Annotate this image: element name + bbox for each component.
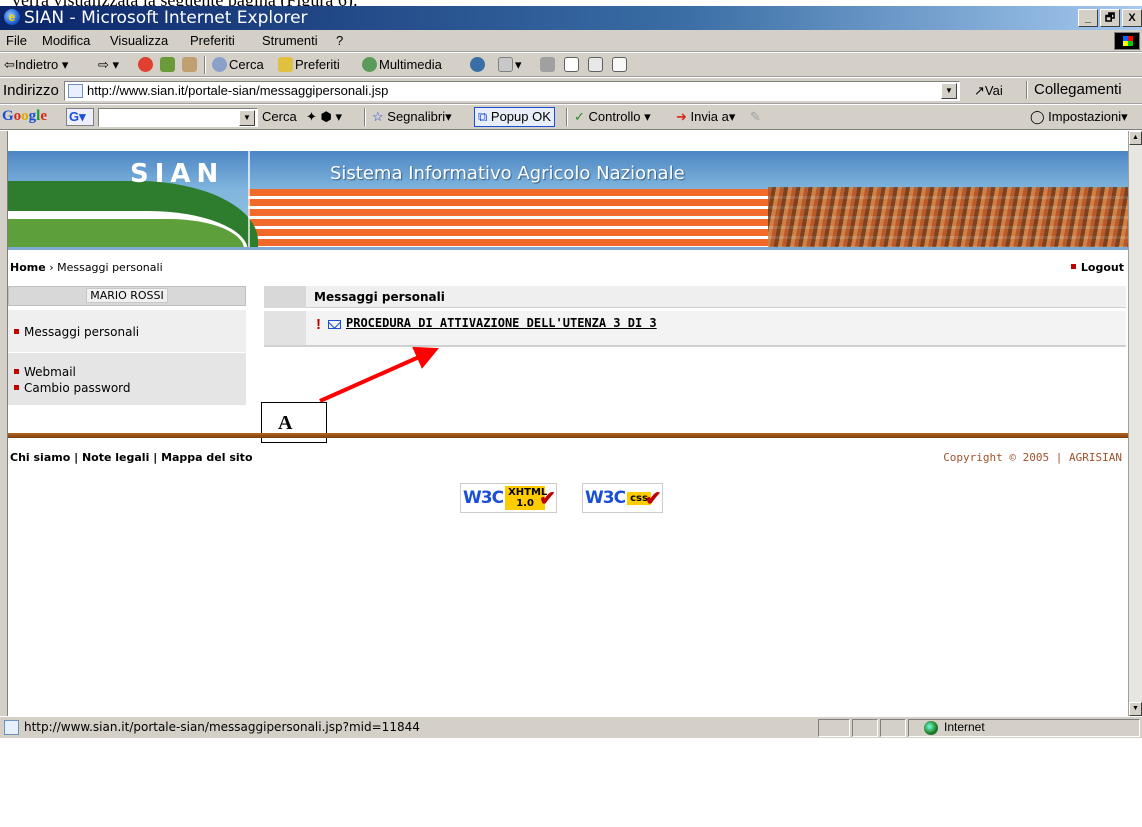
search-button[interactable]: Cerca: [212, 57, 264, 72]
history-button[interactable]: [470, 57, 487, 72]
highlight-icon[interactable]: ✎: [750, 109, 761, 125]
w3c-xhtml-badge[interactable]: W3C XHTML 1.0 ✔: [460, 483, 557, 513]
discuss-icon: [588, 57, 603, 72]
google-search-button[interactable]: Cerca: [262, 109, 297, 124]
send-icon: ➜: [676, 109, 691, 124]
forward-button[interactable]: ⇨ ▾: [98, 57, 119, 73]
stop-button[interactable]: [138, 57, 155, 72]
forward-arrow-icon: ⇨ ▾: [98, 57, 120, 72]
internet-zone-icon: [924, 721, 938, 735]
go-button[interactable]: ↗Vai: [974, 83, 1003, 99]
mail-button[interactable]: ▾: [498, 57, 522, 73]
edit-button[interactable]: [564, 57, 581, 72]
multimedia-button[interactable]: Multimedia: [362, 57, 442, 72]
w3c-css-badge[interactable]: W3C css ✔: [582, 483, 663, 513]
close-button[interactable]: X: [1122, 9, 1142, 27]
links-button[interactable]: Collegamenti: [1034, 81, 1122, 98]
multimedia-icon: [362, 57, 377, 72]
send-to-button[interactable]: ➜ Invia a▾: [676, 109, 735, 125]
edit-page-icon: [564, 57, 579, 72]
footer-links: Chi siamo | Note legali | Mappa del sito: [10, 451, 253, 464]
ie-logo-icon: e: [4, 9, 20, 25]
footer-link-chi-siamo[interactable]: Chi siamo: [10, 451, 70, 464]
minimize-button[interactable]: _: [1078, 9, 1098, 27]
go-arrow-icon: ↗: [974, 83, 985, 98]
page-viewport: SIAN Sistema Informativo Agricolo Nazion…: [8, 131, 1128, 716]
popup-blocker-button[interactable]: ⧉ Popup OK: [474, 107, 555, 127]
footer-link-mappa[interactable]: Mappa del sito: [161, 451, 252, 464]
window-controls: _ 🗗 X: [1078, 9, 1142, 27]
page-icon: [4, 720, 19, 735]
toolbar-separator: [1026, 81, 1028, 99]
spellcheck-icon: ✓: [574, 109, 589, 124]
status-bar: http://www.sian.it/portale-sian/messaggi…: [0, 716, 1142, 738]
menu-help[interactable]: ?: [336, 33, 343, 48]
star-icon: ☆: [372, 109, 388, 124]
toolbar-separator: [364, 108, 366, 126]
address-bar: Indirizzo http://www.sian.it/portale-sia…: [0, 78, 1142, 104]
address-input[interactable]: http://www.sian.it/portale-sian/messaggi…: [64, 81, 960, 101]
spellcheck-button[interactable]: ✓ Controllo ▾: [574, 109, 651, 125]
scroll-up-button[interactable]: ▲: [1129, 131, 1142, 145]
stop-icon: [138, 57, 153, 72]
settings-button[interactable]: ◯ Impostazioni▾: [1030, 109, 1128, 125]
home-button[interactable]: [182, 57, 199, 72]
messenger-button[interactable]: [612, 57, 629, 72]
google-news-icon[interactable]: ✦ ⬢ ▾: [306, 109, 342, 125]
toolbar-separator: [204, 56, 206, 74]
address-url: http://www.sian.it/portale-sian/messaggi…: [87, 83, 389, 98]
menu-file[interactable]: File: [6, 33, 27, 48]
menu-visualizza[interactable]: Visualizza: [110, 33, 168, 48]
popup-icon: ⧉: [478, 109, 491, 124]
menu-bar: File Modifica Visualizza Preferiti Strum…: [0, 30, 1142, 52]
address-dropdown-button[interactable]: ▼: [941, 83, 957, 99]
copyright: Copyright © 2005 | AGRISIAN: [943, 451, 1122, 464]
window-title: SIAN - Microsoft Internet Explorer: [24, 8, 308, 28]
annotation-arrow: [319, 346, 439, 403]
vertical-scrollbar[interactable]: ▲ ▼: [1128, 131, 1142, 716]
print-icon: [540, 57, 555, 72]
scroll-down-button[interactable]: ▼: [1129, 702, 1142, 716]
standard-toolbar: ⇦Indietro ▾ ⇨ ▾ Cerca Preferiti Multimed…: [0, 53, 1142, 77]
footer-link-note-legali[interactable]: Note legali: [82, 451, 149, 464]
checkmark-icon: ✔: [644, 487, 662, 510]
refresh-button[interactable]: [160, 57, 177, 72]
history-icon: [470, 57, 485, 72]
google-search-input[interactable]: ▼: [98, 108, 258, 127]
favorites-button[interactable]: Preferiti: [278, 57, 340, 72]
document-blank-area: [0, 738, 1142, 827]
status-url: http://www.sian.it/portale-sian/messaggi…: [24, 720, 420, 734]
checkmark-icon: ✔: [539, 487, 556, 510]
radio-icon: ◯: [1030, 109, 1049, 124]
security-zone: Internet: [944, 720, 985, 734]
back-arrow-icon: ⇦: [4, 57, 15, 72]
menu-modifica[interactable]: Modifica: [42, 33, 90, 48]
window-left-border: [0, 131, 8, 716]
google-logo[interactable]: Google: [2, 108, 47, 125]
windows-logo-icon: [1114, 32, 1140, 50]
google-search-dropdown[interactable]: ▼: [239, 110, 255, 126]
home-icon: [182, 57, 197, 72]
maximize-button[interactable]: 🗗: [1100, 9, 1120, 27]
page-icon: [68, 84, 83, 98]
favorites-icon: [278, 57, 293, 72]
notes-icon: [612, 57, 627, 72]
menu-strumenti[interactable]: Strumenti: [262, 33, 318, 48]
refresh-icon: [160, 57, 175, 72]
bookmarks-button[interactable]: ☆ Segnalibri▾: [372, 109, 452, 125]
mail-icon: [498, 57, 513, 72]
google-menu-button[interactable]: G▾: [66, 108, 94, 126]
print-button[interactable]: [540, 57, 557, 72]
footer-divider: [8, 433, 1128, 438]
search-icon: [212, 57, 227, 72]
window-titlebar: e SIAN - Microsoft Internet Explorer _ 🗗…: [0, 6, 1142, 30]
google-toolbar: Google G▾ ▼ Cerca ✦ ⬢ ▾ ☆ Segnalibri▾ ⧉ …: [0, 105, 1142, 130]
back-button[interactable]: ⇦Indietro ▾: [4, 57, 68, 73]
toolbar-separator: [566, 108, 568, 126]
menu-preferiti[interactable]: Preferiti: [190, 33, 235, 48]
address-label: Indirizzo: [3, 82, 59, 99]
discuss-button[interactable]: [588, 57, 605, 72]
